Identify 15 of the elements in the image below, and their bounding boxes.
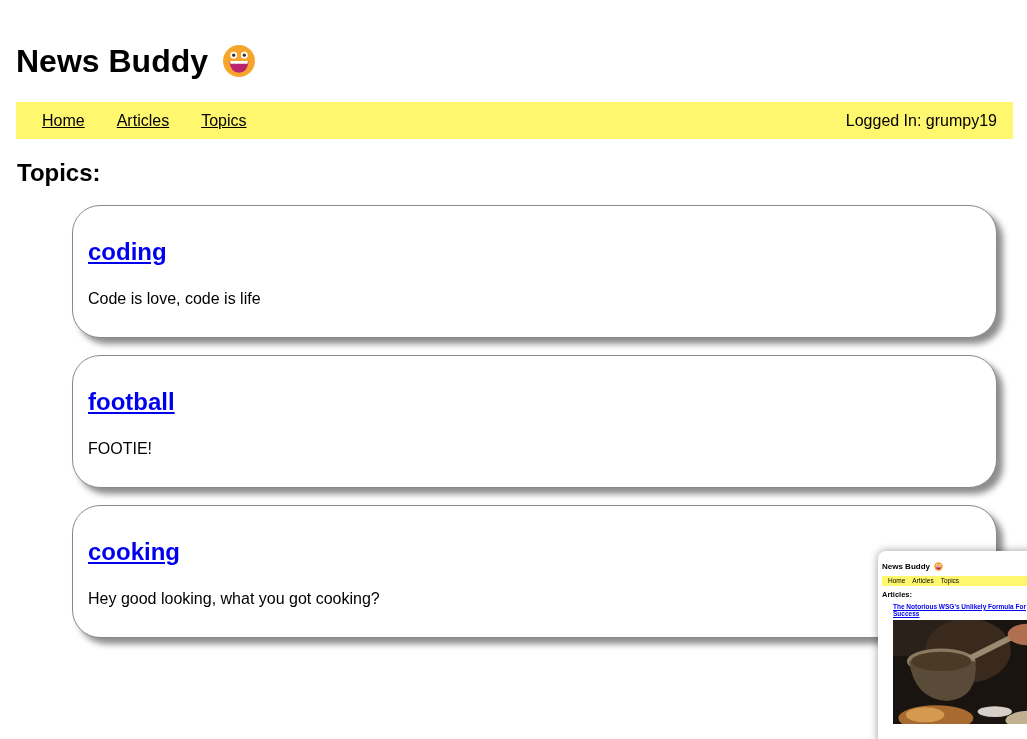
- topic-link[interactable]: cooking: [88, 538, 180, 565]
- nav-link[interactable]: Articles: [116, 108, 170, 133]
- topics-heading: Topics:: [17, 161, 102, 185]
- site-title: News Buddy: [16, 45, 209, 77]
- logged-in-user: Logged In: grumpy19: [845, 110, 997, 131]
- grinning-emoji-icon: [934, 562, 943, 571]
- nav-link[interactable]: Home: [42, 108, 85, 133]
- preview-title: News Buddy: [882, 562, 930, 571]
- grinning-emoji-icon: [222, 44, 257, 78]
- topic-link[interactable]: football: [88, 388, 175, 415]
- topic-link[interactable]: coding: [88, 238, 167, 265]
- nav-link[interactable]: Topics: [201, 108, 247, 133]
- topic-description: Hey good looking, what you got cooking?: [88, 589, 380, 609]
- topic-description: FOOTIE!: [88, 439, 152, 459]
- topic-description: Code is love, code is life: [88, 289, 261, 309]
